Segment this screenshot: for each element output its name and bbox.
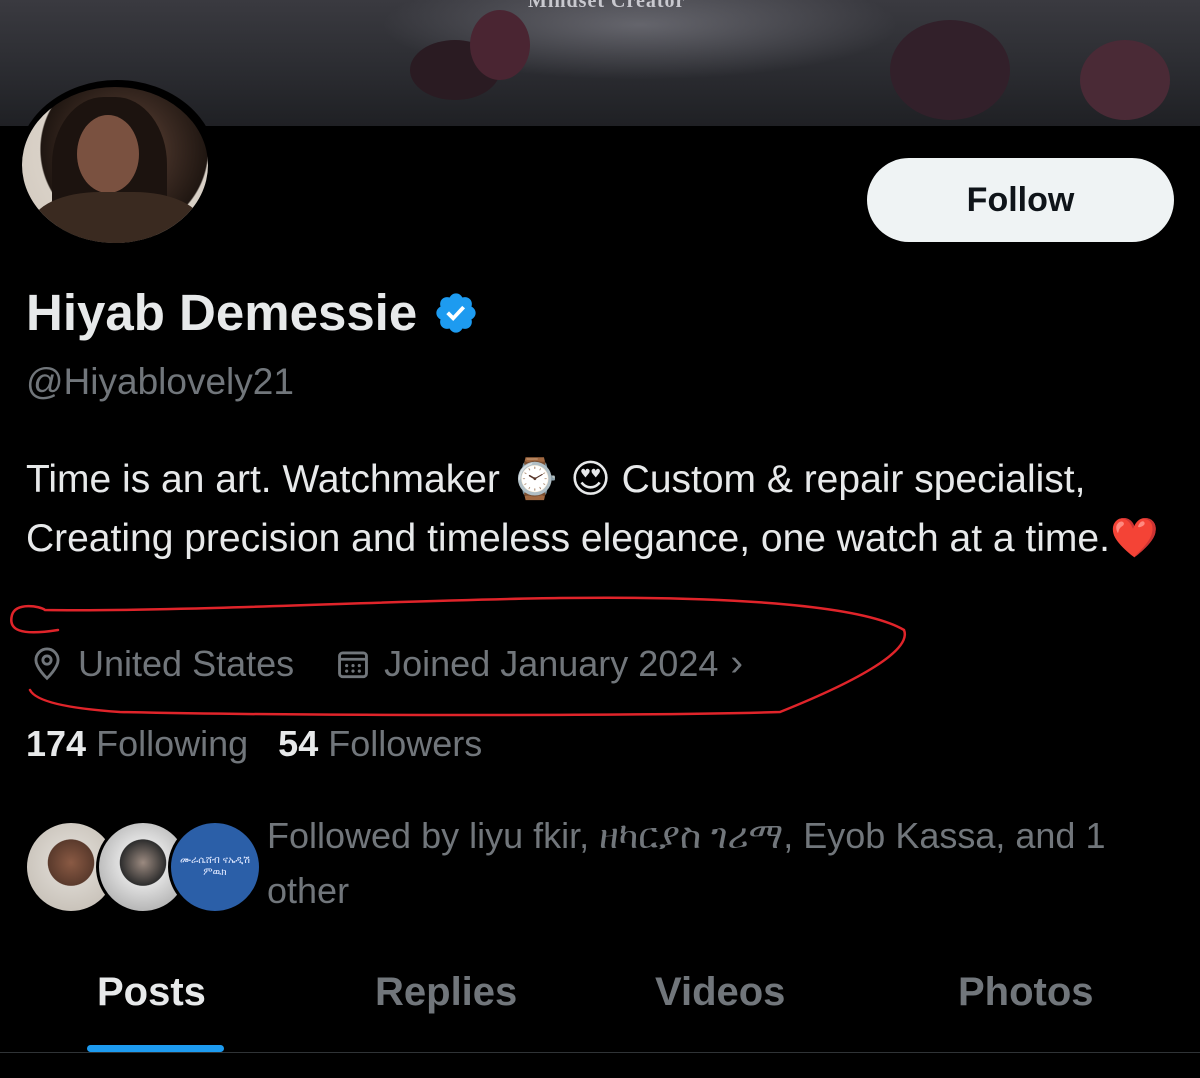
banner-plant xyxy=(1080,40,1170,120)
follow-button[interactable]: Follow xyxy=(867,158,1174,242)
tab-photos[interactable]: Photos xyxy=(958,970,1094,1015)
user-handle: @Hiyablovely21 xyxy=(26,361,294,402)
location-item: United States xyxy=(28,643,294,685)
followers-link[interactable]: 54 Followers xyxy=(278,723,482,764)
watch-emoji-icon: ⌚ xyxy=(510,457,560,502)
avatar-face xyxy=(77,115,139,193)
profile-avatar[interactable] xyxy=(22,87,208,243)
location-text: United States xyxy=(78,642,295,684)
mini-avatar-text: ሙራሴሸብ ናኤዲሽ ምዉክ xyxy=(180,855,250,878)
profile-bio: Time is an art. Watchmaker ⌚ 😍 Custom & … xyxy=(26,450,1176,568)
active-tab-indicator xyxy=(87,1045,224,1052)
joined-item[interactable]: Joined January 2024 › xyxy=(334,642,743,685)
followed-by-avatars[interactable]: ሙራሴሸብ ናኤዲሽ ምዉክ xyxy=(24,820,262,914)
tab-replies[interactable]: Replies xyxy=(375,970,517,1015)
display-name: Hiyab Demessie xyxy=(26,284,418,341)
following-label: Following xyxy=(96,723,249,764)
calendar-icon xyxy=(338,650,369,678)
location-pin-icon xyxy=(34,647,60,680)
followers-count: 54 xyxy=(278,723,319,764)
display-name-row: Hiyab Demessie xyxy=(26,283,479,342)
banner-plant xyxy=(470,10,530,80)
banner-text: Mindset Creator xyxy=(528,0,686,12)
tab-videos[interactable]: Videos xyxy=(655,970,785,1015)
following-count: 174 xyxy=(26,723,87,764)
followed-by-text[interactable]: Followed by liyu fkir, ዘካርያስ ገሪማ, Eyob K… xyxy=(267,808,1187,918)
chevron-right-icon: › xyxy=(730,642,744,684)
follow-stats: 174 Following 54 Followers xyxy=(26,723,482,765)
profile-meta: United States Joined January 2024 › xyxy=(28,642,743,685)
banner-plant xyxy=(890,20,1010,120)
mini-avatar: ሙራሴሸብ ናኤዲሽ ምዉክ xyxy=(168,820,262,914)
following-link[interactable]: 174 Following xyxy=(26,723,248,764)
joined-text: Joined January 2024 xyxy=(384,642,719,684)
tabs-divider xyxy=(0,1052,1200,1053)
profile-tabs: Posts Replies Videos Photos xyxy=(0,960,1200,1052)
followers-label: Followers xyxy=(328,723,483,764)
tab-posts[interactable]: Posts xyxy=(97,970,206,1015)
verified-badge-icon[interactable] xyxy=(433,290,479,336)
avatar-coat xyxy=(32,192,202,243)
red-heart-emoji-icon: ❤️ xyxy=(1109,516,1159,561)
bio-text-part1: Time is an art. Watchmaker xyxy=(26,458,511,501)
heart-eyes-emoji-icon: 😍 xyxy=(570,457,611,502)
